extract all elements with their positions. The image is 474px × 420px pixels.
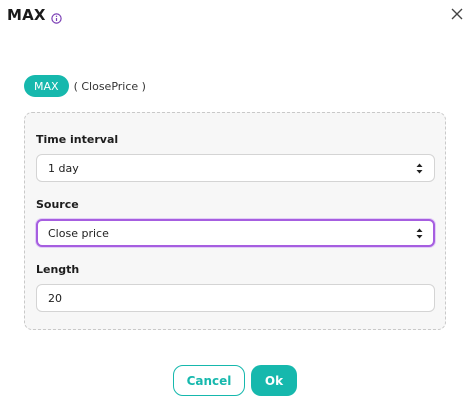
- time-interval-value: 1 day: [48, 161, 79, 175]
- ok-button[interactable]: Ok: [251, 365, 297, 396]
- length-input[interactable]: 20: [36, 284, 435, 312]
- cancel-button[interactable]: Cancel: [173, 365, 245, 396]
- dialog-header: MAX: [7, 5, 62, 25]
- close-icon[interactable]: [449, 6, 465, 22]
- length-value: 20: [48, 291, 62, 305]
- dialog-title: MAX: [7, 6, 46, 24]
- source-label: Source: [36, 198, 79, 211]
- info-icon[interactable]: [51, 10, 62, 24]
- time-interval-select[interactable]: 1 day: [36, 154, 435, 182]
- source-value: Close price: [48, 226, 109, 240]
- indicator-pill[interactable]: MAX: [24, 75, 69, 97]
- indicator-args: ( ClosePrice ): [73, 79, 146, 93]
- source-select[interactable]: Close price: [36, 219, 435, 247]
- select-arrows-icon: [416, 228, 423, 239]
- select-arrows-icon: [416, 163, 423, 174]
- time-interval-label: Time interval: [36, 133, 119, 146]
- length-label: Length: [36, 263, 80, 276]
- indicator-summary: MAX ( ClosePrice ): [24, 75, 146, 97]
